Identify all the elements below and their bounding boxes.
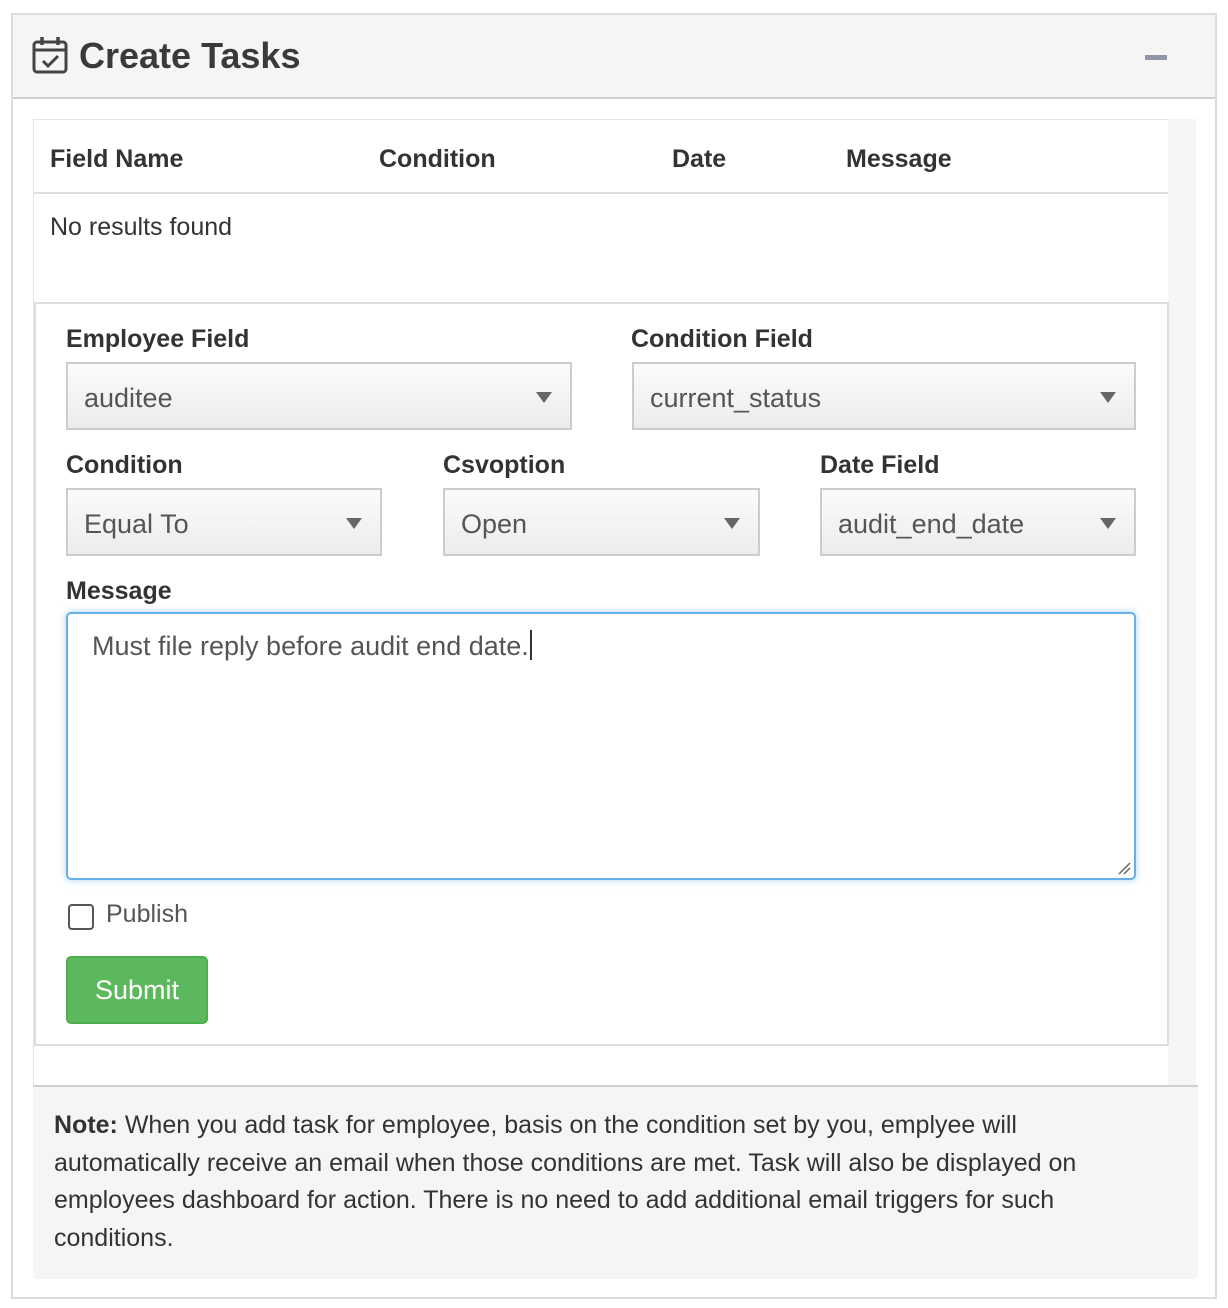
calendar-check-icon [32,36,68,74]
note-text: Note: When you add task for employee, ba… [54,1107,1154,1257]
minus-icon [1145,55,1167,60]
chevron-down-icon [346,518,362,529]
message-label: Message [66,577,172,605]
table-header: Field Name Condition Date Message [34,120,1168,194]
chevron-down-icon [536,392,552,403]
employee-field-select[interactable]: auditee [66,362,572,430]
submit-button[interactable]: Submit [66,956,208,1024]
chevron-down-icon [1100,518,1116,529]
column-header-field-name[interactable]: Field Name [50,144,183,174]
publish-label[interactable]: Publish [106,899,188,929]
chevron-down-icon [724,518,740,529]
collapse-button[interactable] [1143,51,1169,65]
date-field-label: Date Field [820,451,940,479]
panel-title: Create Tasks [79,35,301,76]
create-tasks-panel: Create Tasks Field Name Condition Date M… [11,13,1217,1299]
condition-select[interactable]: Equal To [66,488,382,556]
condition-value: Equal To [84,509,189,539]
employee-field-label: Employee Field [66,325,250,353]
note-prefix: Note: [54,1111,118,1139]
date-field-select[interactable]: audit_end_date [820,488,1136,556]
date-field-value: audit_end_date [838,509,1025,539]
message-text: Must file reply before audit end date. [92,631,529,661]
message-textarea[interactable]: Must file reply before audit end date. [66,612,1136,880]
resize-handle-icon[interactable] [1117,861,1131,875]
column-header-date[interactable]: Date [672,144,726,174]
message-text-wrapper: Must file reply before audit end date. [92,630,532,662]
tasks-table: Field Name Condition Date Message No res… [33,119,1169,1086]
employee-field-value: auditee [84,383,173,413]
condition-field-select[interactable]: current_status [632,362,1136,430]
publish-checkbox[interactable] [68,904,94,930]
column-header-condition[interactable]: Condition [379,144,496,174]
chevron-down-icon [1100,392,1116,403]
panel-header: Create Tasks [13,15,1215,99]
empty-state-text: No results found [50,213,233,241]
csvoption-value: Open [461,509,528,539]
csvoption-select[interactable]: Open [443,488,760,556]
text-cursor [529,630,532,660]
scrollbar-track[interactable] [1168,119,1196,1086]
condition-label: Condition [66,451,183,479]
note-box: Note: When you add task for employee, ba… [33,1085,1198,1279]
csvoption-label: Csvoption [443,451,566,479]
condition-field-label: Condition Field [631,325,813,353]
note-body: When you add task for employee, basis on… [54,1111,1077,1252]
task-form: Employee Field auditee Condition Field c… [34,302,1169,1046]
column-header-message[interactable]: Message [846,144,952,174]
condition-field-value: current_status [650,383,822,413]
